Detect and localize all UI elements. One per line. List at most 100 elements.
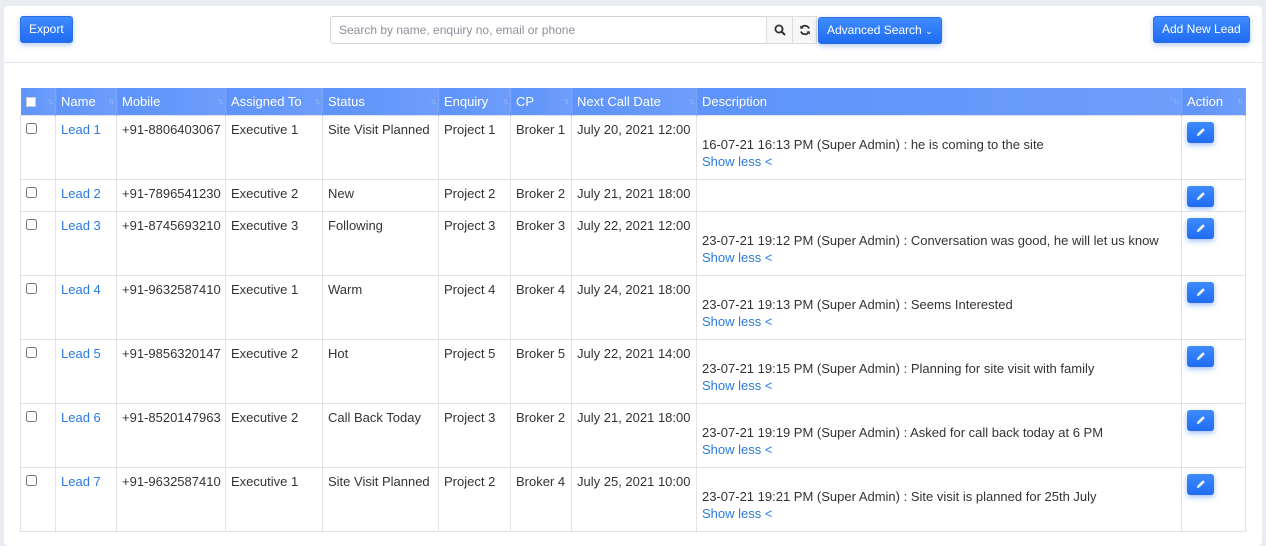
column-label: Enquiry (444, 93, 489, 109)
status-cell: Following (322, 210, 439, 276)
name-cell: Lead 7 (55, 466, 117, 532)
advanced-search-button[interactable]: Advanced Search ⌄ (818, 17, 942, 44)
status-cell: Warm (322, 274, 439, 340)
edit-lead-button[interactable] (1187, 345, 1214, 367)
column-header-status[interactable]: Status ↑↓ (322, 88, 439, 115)
description-text: 23-07-21 19:12 PM (Super Admin) : Conver… (702, 232, 1159, 248)
lead-name-link[interactable]: Lead 7 (61, 474, 101, 489)
lead-name-link[interactable]: Lead 6 (61, 410, 101, 425)
sort-icon[interactable]: ↑↓ (430, 96, 437, 106)
sort-icon[interactable]: ↑↓ (502, 96, 509, 106)
row-select-cell (20, 402, 56, 468)
row-select-cell (20, 210, 56, 276)
enquiry-cell: Project 3 (438, 210, 511, 276)
description-cell (696, 178, 1182, 212)
mobile-cell: +91-9632587410 (116, 274, 226, 340)
table-header-row: ↑↓ Name ↑↓ Mobile ↑↓ Assigned To ↑↓ Status ↑… (20, 88, 1246, 115)
enquiry-cell: Project 4 (438, 274, 511, 340)
edit-lead-button[interactable] (1187, 473, 1214, 495)
column-header-description[interactable]: Description ↑↓ (696, 88, 1182, 115)
row-checkbox[interactable] (26, 218, 37, 230)
column-header-next-call-date[interactable]: Next Call Date ↑↓ (571, 88, 697, 115)
edit-lead-button[interactable] (1187, 281, 1214, 303)
column-header-name[interactable]: Name ↑↓ (55, 88, 117, 115)
assigned-to-cell: Executive 1 (225, 274, 323, 340)
next-call-date-cell: July 22, 2021 14:00 (571, 338, 697, 404)
search-icon (774, 24, 786, 36)
show-less-link[interactable]: Show less < (702, 377, 1176, 394)
enquiry-cell: Project 2 (438, 466, 511, 532)
column-header-enquiry[interactable]: Enquiry ↑↓ (438, 88, 511, 115)
search-button[interactable] (766, 16, 793, 44)
description-cell: 23-07-21 19:21 PM (Super Admin) : Site v… (696, 466, 1182, 532)
search-input[interactable] (330, 16, 767, 44)
row-checkbox[interactable] (26, 410, 37, 422)
action-cell (1181, 274, 1246, 340)
row-checkbox[interactable] (26, 122, 37, 134)
sort-icon[interactable]: ↑↓ (1237, 96, 1244, 106)
name-cell: Lead 4 (55, 274, 117, 340)
pencil-icon (1196, 192, 1205, 200)
select-all-checkbox[interactable] (25, 97, 36, 108)
export-button[interactable]: Export (20, 16, 73, 43)
assigned-to-cell: Executive 2 (225, 338, 323, 404)
select-all-header[interactable]: ↑↓ (20, 88, 56, 115)
show-less-link[interactable]: Show less < (702, 153, 1176, 170)
description-text: 23-07-21 19:19 PM (Super Admin) : Asked … (702, 424, 1104, 440)
edit-lead-button[interactable] (1187, 185, 1214, 207)
toolbar: Export Advanced Search ⌄ Add New Lead (4, 6, 1262, 63)
sort-icon[interactable]: ↑↓ (688, 96, 695, 106)
mobile-cell: +91-7896541230 (116, 178, 226, 212)
show-less-link[interactable]: Show less < (702, 313, 1176, 330)
column-header-assigned-to[interactable]: Assigned To ↑↓ (225, 88, 323, 115)
sort-icon[interactable]: ↑↓ (1173, 96, 1180, 106)
row-checkbox[interactable] (26, 346, 37, 358)
refresh-button[interactable] (792, 16, 817, 44)
add-new-lead-button[interactable]: Add New Lead (1153, 16, 1250, 43)
name-cell: Lead 6 (55, 402, 117, 468)
action-cell (1181, 402, 1246, 468)
edit-lead-button[interactable] (1187, 121, 1214, 143)
status-cell: Site Visit Planned (322, 466, 439, 532)
column-label: Next Call Date (577, 93, 661, 109)
lead-name-link[interactable]: Lead 1 (61, 122, 101, 137)
sort-icon[interactable]: ↑↓ (47, 96, 54, 106)
name-cell: Lead 3 (55, 210, 117, 276)
enquiry-cell: Project 2 (438, 178, 511, 212)
edit-lead-button[interactable] (1187, 409, 1214, 431)
row-checkbox[interactable] (26, 282, 37, 294)
sort-icon[interactable]: ↑↓ (314, 96, 321, 106)
sort-icon[interactable]: ↑↓ (108, 96, 115, 106)
table-row: Lead 4 +91-9632587410 Executive 1 Warm P… (20, 274, 1246, 340)
table-row: Lead 5 +91-9856320147 Executive 2 Hot Pr… (20, 338, 1246, 404)
edit-lead-button[interactable] (1187, 217, 1214, 239)
lead-name-link[interactable]: Lead 2 (61, 186, 101, 201)
lead-name-link[interactable]: Lead 5 (61, 346, 101, 361)
pencil-icon (1196, 288, 1205, 296)
sort-icon[interactable]: ↑↓ (563, 96, 570, 106)
row-checkbox[interactable] (26, 186, 37, 198)
lead-name-link[interactable]: Lead 3 (61, 218, 101, 233)
row-checkbox[interactable] (26, 474, 37, 486)
assigned-to-cell: Executive 1 (225, 114, 323, 180)
column-label: Assigned To (231, 93, 302, 109)
cp-cell: Broker 2 (510, 178, 572, 212)
pencil-icon (1196, 224, 1205, 232)
description-text: 16-07-21 16:13 PM (Super Admin) : he is … (702, 136, 1044, 152)
description-cell: 23-07-21 19:13 PM (Super Admin) : Seems … (696, 274, 1182, 340)
show-less-link[interactable]: Show less < (702, 249, 1176, 266)
name-cell: Lead 2 (55, 178, 117, 212)
table-row: Lead 1 +91-8806403067 Executive 1 Site V… (20, 114, 1246, 180)
column-header-cp[interactable]: CP ↑↓ (510, 88, 572, 115)
leads-table: ↑↓ Name ↑↓ Mobile ↑↓ Assigned To ↑↓ Status ↑… (20, 88, 1246, 532)
sort-icon[interactable]: ↑↓ (217, 96, 224, 106)
row-select-cell (20, 338, 56, 404)
column-header-action[interactable]: Action ↑↓ (1181, 88, 1246, 115)
column-header-mobile[interactable]: Mobile ↑↓ (116, 88, 226, 115)
show-less-link[interactable]: Show less < (702, 505, 1176, 522)
row-select-cell (20, 274, 56, 340)
mobile-cell: +91-9632587410 (116, 466, 226, 532)
lead-name-link[interactable]: Lead 4 (61, 282, 101, 297)
mobile-cell: +91-8806403067 (116, 114, 226, 180)
show-less-link[interactable]: Show less < (702, 441, 1176, 458)
